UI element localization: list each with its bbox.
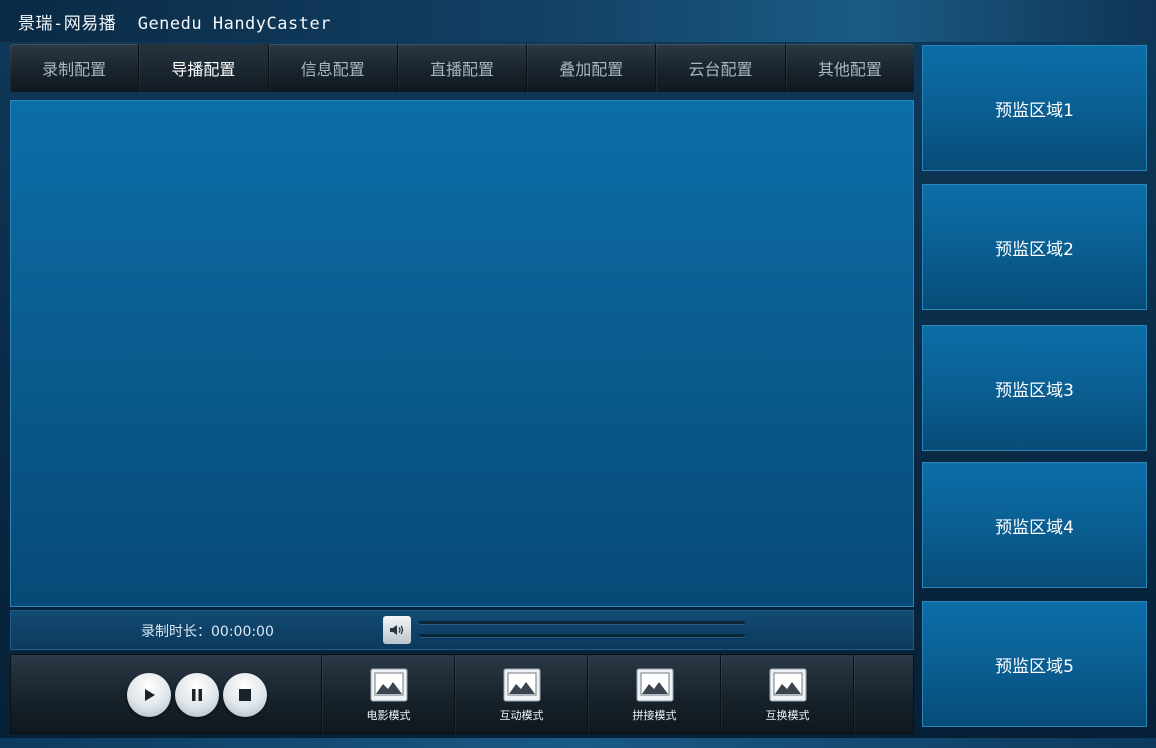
preview-panel-2[interactable]: 预监区域2 <box>922 184 1147 310</box>
stop-button[interactable] <box>223 673 267 717</box>
pause-icon <box>192 689 202 701</box>
main-preview-area[interactable] <box>10 100 914 607</box>
mode-label: 电影模式 <box>366 709 411 722</box>
tab-overlay-config[interactable]: 叠加配置 <box>527 44 657 92</box>
tab-info-config[interactable]: 信息配置 <box>269 44 398 92</box>
tab-record-config[interactable]: 录制配置 <box>10 44 140 92</box>
mode-label: 互动模式 <box>499 709 544 722</box>
control-bar: 电影模式 互动模式 拼接模式 互换模式 <box>10 654 914 734</box>
volume-button[interactable] <box>383 616 411 644</box>
progress-slider-track[interactable] <box>419 634 745 637</box>
tab-ptz-config[interactable]: 云台配置 <box>656 44 786 92</box>
config-tabs: 录制配置 导播配置 信息配置 直播配置 叠加配置 云台配置 其他配置 <box>10 44 914 92</box>
mode-swap-button[interactable]: 互换模式 <box>720 655 854 733</box>
mode-movie-button[interactable]: 电影模式 <box>321 655 455 733</box>
preview-panel-3[interactable]: 预监区域3 <box>922 325 1147 451</box>
mode-stitch-button[interactable]: 拼接模式 <box>587 655 721 733</box>
stop-icon <box>239 689 251 701</box>
volume-slider-track[interactable] <box>419 621 745 624</box>
mode-label: 互换模式 <box>765 709 810 722</box>
record-duration-label: 录制时长：00:00:00 <box>141 624 274 640</box>
image-icon <box>503 668 540 702</box>
mode-interactive-button[interactable]: 互动模式 <box>454 655 588 733</box>
preview-panel-4[interactable]: 预监区域4 <box>922 462 1147 588</box>
status-bar: 录制时长：00:00:00 <box>10 610 914 650</box>
play-icon <box>145 689 155 701</box>
preview-panel-1[interactable]: 预监区域1 <box>922 45 1147 171</box>
pause-button[interactable] <box>175 673 219 717</box>
control-bar-end-cell <box>853 655 915 733</box>
play-button[interactable] <box>127 673 171 717</box>
speaker-icon <box>390 625 404 635</box>
image-icon <box>769 668 806 702</box>
bottom-edge <box>0 738 1156 748</box>
tab-live-config[interactable]: 直播配置 <box>398 44 528 92</box>
image-icon <box>636 668 673 702</box>
preview-panel-5[interactable]: 预监区域5 <box>922 601 1147 727</box>
title-bar: 景瑞-网易播 Genedu HandyCaster <box>0 0 1156 42</box>
mode-label: 拼接模式 <box>632 709 677 722</box>
tab-director-config[interactable]: 导播配置 <box>139 44 269 92</box>
image-icon <box>370 668 407 702</box>
playback-controls <box>11 655 321 733</box>
app-title: 景瑞-网易播 Genedu HandyCaster <box>18 14 331 34</box>
tab-other-config[interactable]: 其他配置 <box>786 44 914 92</box>
